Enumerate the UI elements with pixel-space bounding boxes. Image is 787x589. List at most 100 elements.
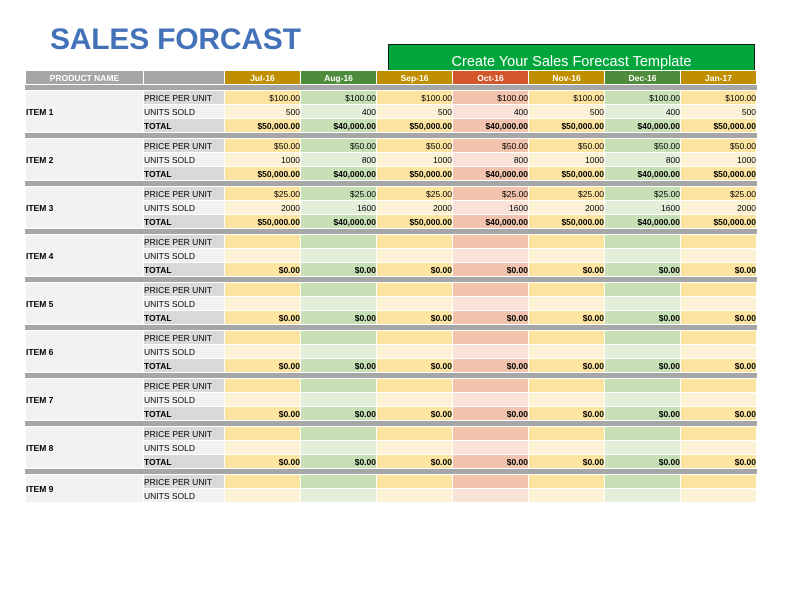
cell-units-sep-16[interactable] — [376, 488, 453, 503]
cell-units-aug-16[interactable] — [300, 440, 377, 455]
cell-price-dec-16[interactable] — [604, 282, 681, 297]
cell-total-aug-16[interactable]: $0.00 — [300, 310, 377, 325]
cell-total-nov-16[interactable]: $0.00 — [528, 262, 605, 277]
cell-price-aug-16[interactable]: $25.00 — [300, 186, 377, 201]
cell-units-dec-16[interactable]: 800 — [604, 152, 681, 167]
cell-units-nov-16[interactable] — [528, 488, 605, 503]
cell-total-aug-16[interactable]: $0.00 — [300, 454, 377, 469]
cell-price-nov-16[interactable] — [528, 378, 605, 393]
cell-price-aug-16[interactable] — [300, 234, 377, 249]
cell-units-sep-16[interactable]: 500 — [376, 104, 453, 119]
cell-units-sep-16[interactable]: 2000 — [376, 200, 453, 215]
cell-units-dec-16[interactable]: 400 — [604, 104, 681, 119]
cell-units-oct-16[interactable]: 1600 — [452, 200, 529, 215]
item-name-cell[interactable]: ITEM 2 — [25, 138, 144, 181]
cell-total-dec-16[interactable]: $0.00 — [604, 310, 681, 325]
cell-total-jan-17[interactable]: $0.00 — [680, 406, 757, 421]
cell-price-nov-16[interactable] — [528, 474, 605, 489]
cell-units-aug-16[interactable] — [300, 248, 377, 263]
cell-price-dec-16[interactable] — [604, 474, 681, 489]
cell-total-sep-16[interactable]: $0.00 — [376, 406, 453, 421]
cell-units-nov-16[interactable]: 2000 — [528, 200, 605, 215]
cell-units-jan-17[interactable] — [680, 248, 757, 263]
cell-total-jan-17[interactable]: $50,000.00 — [680, 214, 757, 229]
cell-units-jul-16[interactable]: 2000 — [224, 200, 301, 215]
cell-total-jul-16[interactable]: $0.00 — [224, 454, 301, 469]
cell-price-sep-16[interactable]: $100.00 — [376, 90, 453, 105]
cell-total-sep-16[interactable]: $50,000.00 — [376, 214, 453, 229]
cell-total-sep-16[interactable]: $0.00 — [376, 358, 453, 373]
cell-price-jul-16[interactable]: $50.00 — [224, 138, 301, 153]
item-name-cell[interactable]: ITEM 3 — [25, 186, 144, 229]
cell-units-jan-17[interactable]: 1000 — [680, 152, 757, 167]
cell-price-jul-16[interactable] — [224, 234, 301, 249]
cell-price-oct-16[interactable]: $100.00 — [452, 90, 529, 105]
cell-total-oct-16[interactable]: $0.00 — [452, 262, 529, 277]
cell-total-aug-16[interactable]: $0.00 — [300, 406, 377, 421]
cell-total-nov-16[interactable]: $50,000.00 — [528, 166, 605, 181]
cell-price-nov-16[interactable]: $25.00 — [528, 186, 605, 201]
cell-total-jul-16[interactable]: $50,000.00 — [224, 214, 301, 229]
cell-price-sep-16[interactable] — [376, 378, 453, 393]
cell-units-nov-16[interactable] — [528, 440, 605, 455]
cell-total-nov-16[interactable]: $0.00 — [528, 454, 605, 469]
cell-total-sep-16[interactable]: $0.00 — [376, 262, 453, 277]
cell-price-jul-16[interactable] — [224, 330, 301, 345]
cell-price-dec-16[interactable] — [604, 234, 681, 249]
cell-total-oct-16[interactable]: $40,000.00 — [452, 166, 529, 181]
cell-price-dec-16[interactable]: $50.00 — [604, 138, 681, 153]
cell-price-aug-16[interactable]: $100.00 — [300, 90, 377, 105]
cell-units-oct-16[interactable] — [452, 488, 529, 503]
cell-price-sep-16[interactable] — [376, 282, 453, 297]
cell-units-oct-16[interactable] — [452, 296, 529, 311]
cell-units-aug-16[interactable]: 1600 — [300, 200, 377, 215]
cell-units-sep-16[interactable] — [376, 296, 453, 311]
cell-price-oct-16[interactable] — [452, 234, 529, 249]
cell-total-jan-17[interactable]: $0.00 — [680, 454, 757, 469]
cell-units-sep-16[interactable] — [376, 248, 453, 263]
cell-price-oct-16[interactable] — [452, 378, 529, 393]
cell-units-oct-16[interactable] — [452, 392, 529, 407]
cell-price-aug-16[interactable] — [300, 474, 377, 489]
cell-units-jan-17[interactable] — [680, 440, 757, 455]
cell-units-jan-17[interactable] — [680, 296, 757, 311]
cell-units-jan-17[interactable] — [680, 488, 757, 503]
cell-price-jul-16[interactable] — [224, 282, 301, 297]
cell-units-jul-16[interactable] — [224, 344, 301, 359]
cell-price-jan-17[interactable] — [680, 234, 757, 249]
cell-total-nov-16[interactable]: $0.00 — [528, 358, 605, 373]
item-name-cell[interactable]: ITEM 1 — [25, 90, 144, 133]
cell-units-dec-16[interactable]: 1600 — [604, 200, 681, 215]
cell-price-jan-17[interactable]: $50.00 — [680, 138, 757, 153]
cell-price-jan-17[interactable] — [680, 378, 757, 393]
cell-price-dec-16[interactable]: $100.00 — [604, 90, 681, 105]
cell-total-dec-16[interactable]: $0.00 — [604, 406, 681, 421]
cell-units-jul-16[interactable] — [224, 488, 301, 503]
item-name-cell[interactable]: ITEM 8 — [25, 426, 144, 469]
cell-price-sep-16[interactable] — [376, 330, 453, 345]
cell-price-nov-16[interactable] — [528, 426, 605, 441]
cell-total-jul-16[interactable]: $0.00 — [224, 310, 301, 325]
cell-units-jul-16[interactable]: 500 — [224, 104, 301, 119]
cell-price-nov-16[interactable]: $50.00 — [528, 138, 605, 153]
cell-price-jan-17[interactable] — [680, 474, 757, 489]
cell-units-dec-16[interactable] — [604, 392, 681, 407]
cell-price-jul-16[interactable]: $25.00 — [224, 186, 301, 201]
cell-price-sep-16[interactable]: $25.00 — [376, 186, 453, 201]
cell-price-jul-16[interactable] — [224, 426, 301, 441]
cell-units-dec-16[interactable] — [604, 488, 681, 503]
cell-units-jul-16[interactable] — [224, 248, 301, 263]
cell-total-dec-16[interactable]: $40,000.00 — [604, 166, 681, 181]
cell-total-nov-16[interactable]: $0.00 — [528, 310, 605, 325]
cell-units-dec-16[interactable] — [604, 440, 681, 455]
cell-total-sep-16[interactable]: $0.00 — [376, 310, 453, 325]
cell-price-jan-17[interactable]: $25.00 — [680, 186, 757, 201]
cell-price-oct-16[interactable] — [452, 330, 529, 345]
cell-units-dec-16[interactable] — [604, 344, 681, 359]
cell-total-oct-16[interactable]: $40,000.00 — [452, 118, 529, 133]
cell-units-jul-16[interactable] — [224, 440, 301, 455]
cell-price-jan-17[interactable] — [680, 282, 757, 297]
cell-total-sep-16[interactable]: $50,000.00 — [376, 118, 453, 133]
cell-total-oct-16[interactable]: $0.00 — [452, 454, 529, 469]
cell-units-aug-16[interactable] — [300, 488, 377, 503]
